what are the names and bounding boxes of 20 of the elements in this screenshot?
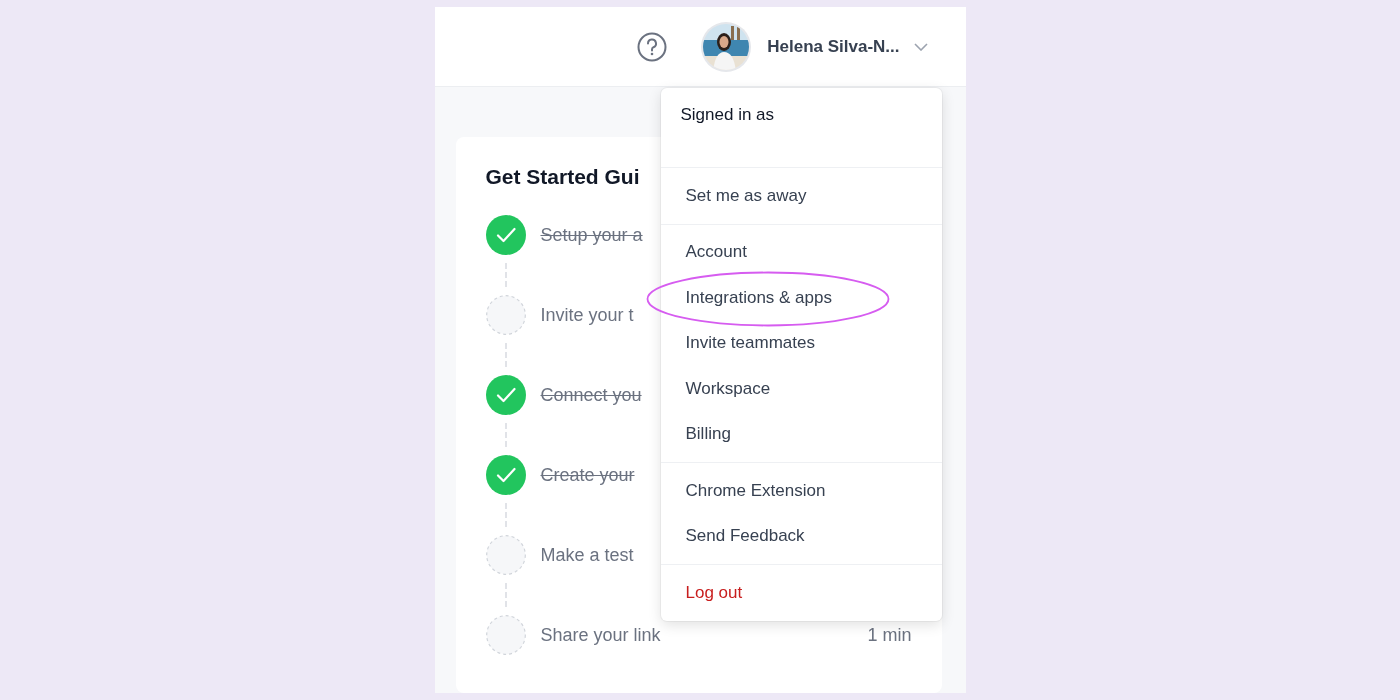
menu-item[interactable]: Invite teammates: [685, 333, 815, 354]
guide-title: Get Started Gui: [485, 165, 641, 189]
menu-item[interactable]: Account: [685, 242, 747, 263]
menu-item[interactable]: Billing: [685, 424, 731, 445]
menu-item[interactable]: Workspace: [685, 378, 771, 399]
user-name[interactable]: Helena Silva-N...: [767, 36, 900, 57]
step-label[interactable]: Invite your t: [540, 304, 634, 326]
menu-item[interactable]: Set me as away: [685, 185, 807, 206]
step-label[interactable]: Make a test: [540, 544, 634, 566]
chevron-down-icon[interactable]: [913, 42, 928, 51]
menu-item[interactable]: Log out: [685, 582, 743, 603]
signed-in-label: Signed in as: [680, 105, 775, 124]
menu-item[interactable]: Send Feedback: [685, 526, 805, 547]
step-label[interactable]: Create your: [540, 464, 635, 486]
step-label[interactable]: Setup your a: [540, 224, 643, 246]
step-label[interactable]: Share your link: [540, 624, 661, 646]
step-duration: 1 min: [867, 624, 912, 646]
step-label[interactable]: Connect you: [540, 384, 642, 406]
help-icon[interactable]: [637, 31, 668, 62]
menu-item[interactable]: Chrome Extension: [685, 480, 826, 501]
